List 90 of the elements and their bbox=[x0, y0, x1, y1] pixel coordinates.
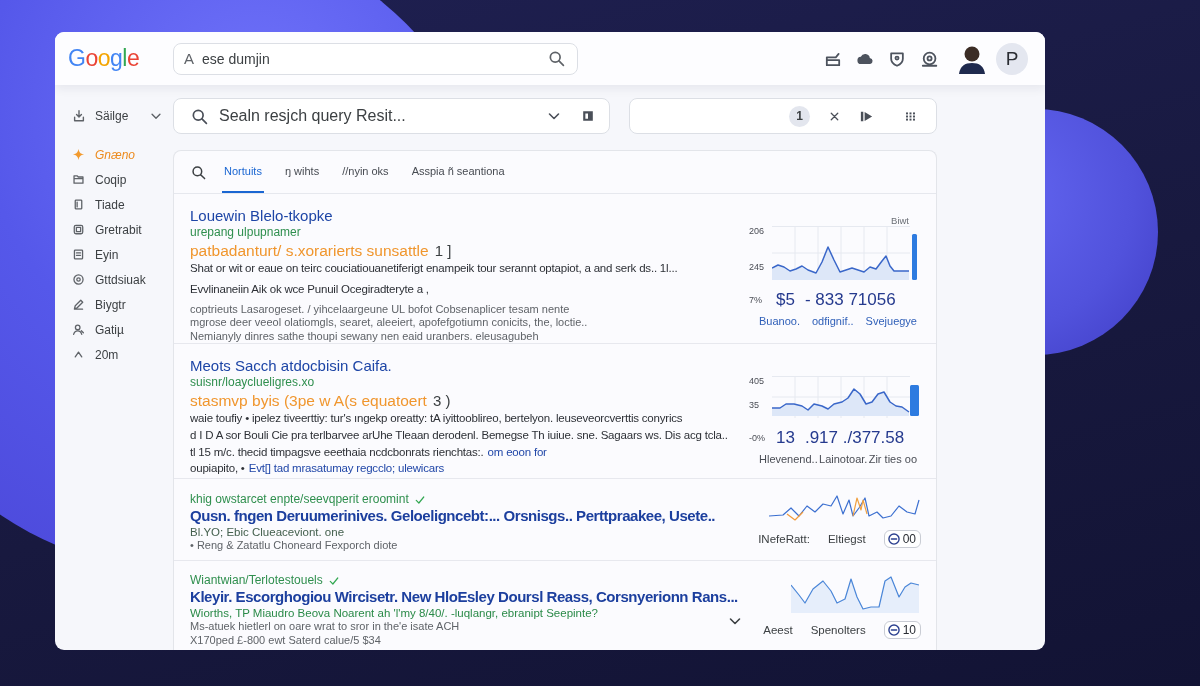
range-handle[interactable] bbox=[912, 234, 917, 280]
logo[interactable]: Google bbox=[68, 45, 140, 72]
tab[interactable]: ŋ wihts bbox=[282, 151, 322, 193]
result-title[interactable]: Qusn. fngen Deruumerinives. Geloeligncebt:... Orsnisgs.. Perttpraakee, Usete.. bbox=[190, 507, 716, 525]
result-title[interactable]: Meots Sacch atdocbisin Caifa. bbox=[190, 356, 392, 375]
axis-label: 7% bbox=[749, 295, 763, 305]
sidebar-item[interactable]: Biygtr bbox=[70, 292, 173, 317]
stat-label[interactable]: Svejuegye bbox=[865, 315, 917, 327]
stat-label: Eltiegst bbox=[827, 533, 866, 545]
counter-button[interactable]: 00 bbox=[883, 530, 921, 548]
snippet-line: Nemianyly dinres sathe thoupi sewany nen eaid uranbers. eleusagubeh bbox=[190, 329, 539, 343]
result-subtitle: stasmvp byis (3pe w A(s equatoert bbox=[190, 391, 427, 411]
sidebar-item[interactable]: Gatiµ bbox=[70, 317, 173, 342]
axis-label: 245 bbox=[749, 262, 766, 272]
tab[interactable]: Nortuits bbox=[222, 151, 264, 193]
list-icon bbox=[72, 248, 85, 261]
sparkle-icon bbox=[72, 148, 85, 161]
stat-value: - 833 71056 bbox=[804, 290, 896, 310]
axis-label: 206 bbox=[749, 226, 766, 236]
person-icon bbox=[72, 323, 85, 336]
search-icon[interactable] bbox=[548, 50, 565, 67]
result-url: urepang ulpupnamer bbox=[190, 225, 301, 240]
image-frame-icon bbox=[72, 223, 85, 236]
sidebar-item[interactable]: Eyin bbox=[70, 242, 173, 267]
result-url: Wiantwian/Terlotestouels bbox=[190, 573, 323, 588]
counter-button[interactable]: 10 bbox=[883, 621, 921, 639]
pencil-icon bbox=[72, 298, 85, 311]
stat-label: Spenolters bbox=[810, 624, 866, 636]
axis-label: 405 bbox=[749, 376, 766, 386]
snippet-link[interactable]: Evt[] tad mrasatumay regcclo; ulewicars bbox=[248, 461, 445, 478]
stat-value: 13 bbox=[776, 428, 795, 448]
range-handle[interactable] bbox=[910, 385, 919, 416]
download-icon bbox=[72, 109, 86, 123]
stat-value: $5 bbox=[776, 290, 795, 310]
axis-label: -0% bbox=[749, 433, 766, 443]
document-icon bbox=[72, 198, 85, 211]
snippet-line: tl 15 m/c. thecid timpagsve eeethaia ncdcbonrats rienchtas:. om eoon for bbox=[190, 444, 547, 462]
result-count: 3 ) bbox=[432, 391, 451, 411]
snippet-line: Evvlinaneiin Aik ok wce Punuil Ocegiradteryte a , bbox=[190, 281, 429, 297]
sidebar-item[interactable]: Gretrabit bbox=[70, 217, 173, 242]
stat-value: .917 ./377.58 bbox=[804, 428, 905, 448]
search-icon bbox=[191, 107, 208, 125]
result-count: 1 ] bbox=[434, 241, 452, 261]
sidebar-item[interactable]: 20m bbox=[70, 342, 173, 367]
snippet-line: oupiapito, • Evt[] tad mrasatumay regcclo; ulewicars bbox=[190, 461, 445, 478]
grid-icon[interactable] bbox=[904, 109, 917, 123]
sidebar-item[interactable]: Gttdsiuak bbox=[70, 267, 173, 292]
snippet-line: coptrieuts Lasarogeset. / yihcelaargeune UL bofot Cobsenaplicer tesam nente bbox=[190, 302, 570, 316]
minus-circle-icon bbox=[886, 623, 901, 637]
stat-label: Hlevenend.. bbox=[759, 453, 818, 465]
caret-up-icon bbox=[72, 348, 85, 361]
snippet-line: Ms-atuek hietlerl on oare wrat to sror in the'e isate ACH bbox=[190, 620, 460, 634]
snippet-line: Bl.YO; Ebic Clueaceviont. one bbox=[190, 525, 345, 539]
result-url: khig owstarcet enpte/seevqperit eroomint bbox=[190, 492, 409, 507]
tab[interactable]: Asspia ñ seantiona bbox=[409, 151, 507, 193]
stat-label[interactable]: Buanoo. bbox=[759, 315, 800, 327]
result-title[interactable]: Kleyir. Escorghogiou Wircisetr. New HloEsley Doursl Reass, Corsnyerionn Rans... bbox=[190, 588, 738, 606]
target-icon bbox=[72, 273, 85, 286]
axis-label: 35 bbox=[749, 400, 760, 410]
result-url: suisnr/loayclueligres.xo bbox=[190, 375, 315, 390]
disc-icon[interactable] bbox=[920, 49, 938, 68]
stat-label: Lainotoar. bbox=[819, 453, 868, 465]
sidebar-item[interactable]: Coqip bbox=[70, 167, 173, 192]
snippet-line: Wiorths, TP Miaudro Beova Noarent ah 'l'my 8/40/. -luqlangr, ebranipt Seepinte? bbox=[190, 606, 598, 620]
sidebar-item[interactable]: Tiade bbox=[70, 192, 173, 217]
snippet-line: X170ped £-800 ewt Saterd calue/5 $34 bbox=[190, 633, 381, 647]
shield-icon[interactable] bbox=[888, 49, 906, 68]
snippet-line: Shat or wit or eaue on teirc couciatiouanetiferigt enampeik tour serannt optapiot, a and serk ds.. 1l... bbox=[190, 261, 678, 276]
search-field[interactable]: A ese dumjin bbox=[173, 42, 578, 75]
profile-avatar[interactable]: P bbox=[996, 42, 1028, 75]
stat-label: INefeRatt: bbox=[758, 533, 810, 545]
snippet-line: d I D A sor Bouli Cie pra terlbarvee arUhe Tleaan derodenl. Bemegse Th iuiue. sne. Sagaars ws. Dis acg tcla.. bbox=[190, 427, 728, 443]
snippet-link[interactable]: om eoon for bbox=[487, 444, 547, 462]
tab[interactable]: //nyin oks bbox=[340, 151, 391, 193]
result-title[interactable]: Louewin Blelo-tkopke bbox=[190, 206, 333, 225]
snippet-line: mgrose deer veeol olatiomgls, searet, aleeiert, apofefgotiumn conicits, the, loctie.. bbox=[190, 316, 588, 330]
minus-circle-icon bbox=[886, 532, 901, 546]
stat-label[interactable]: odfignif.. bbox=[812, 315, 854, 327]
snippet-line: • Reng & Zatatlu Choneard Fexporch diote bbox=[190, 539, 398, 553]
search-icon[interactable] bbox=[191, 164, 206, 180]
result-subtitle: patbadanturt/ s.xorarierts sunsattle bbox=[190, 241, 429, 261]
stat-label: Aeest bbox=[763, 624, 793, 636]
stat-label: Zir ties oo bbox=[868, 453, 917, 465]
folder-icon bbox=[72, 173, 85, 186]
dropdown-button[interactable]: Säilge bbox=[70, 98, 164, 134]
count-badge: 1 bbox=[789, 105, 810, 127]
book-icon[interactable] bbox=[581, 109, 595, 123]
query-field[interactable]: Sealn resjch query Resit... bbox=[173, 98, 610, 134]
snippet-line: waie toufiy • ipelez tiveerttiy: tur's ıngekp oreatty: tA iyittooblireo, bertelyon. leuseveorcverttis conyrics bbox=[190, 411, 683, 426]
chart-caption: Biwt bbox=[891, 215, 909, 226]
